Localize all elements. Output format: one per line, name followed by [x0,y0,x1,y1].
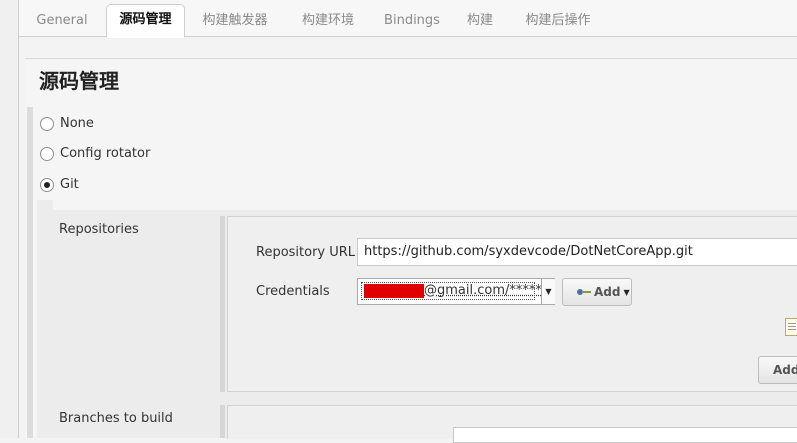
scm-option-label: Git [60,177,79,192]
credentials-label: Credentials [256,284,330,299]
branch-specifier-input[interactable] [453,427,797,443]
add-repository-button[interactable]: Add [758,356,797,384]
radio-config-rotator[interactable] [40,146,54,161]
scm-option-none[interactable]: None [40,116,94,131]
tab-general[interactable]: General [29,6,95,36]
key-icon [577,288,591,296]
section-title: 源码管理 [39,69,119,93]
branches-divider [220,405,225,438]
git-config-panel-top [53,200,797,210]
scm-option-git[interactable]: Git [40,177,79,192]
radio-git[interactable] [40,177,54,192]
credentials-focus-ring [361,282,535,300]
tab-build-environment[interactable]: 构建环境 [292,6,364,36]
notepad-icon[interactable] [785,318,797,336]
repo-url-label: Repository URL [256,245,356,260]
repositories-label: Repositories [59,222,139,237]
tab-post-build[interactable]: 构建后操作 [516,6,600,36]
chevron-down-icon[interactable]: ▼ [541,279,555,304]
radio-none[interactable] [40,116,54,131]
left-gutter [0,0,19,438]
scm-option-config-rotator[interactable]: Config rotator [40,146,150,161]
tab-scm[interactable]: 源码管理 [106,4,185,38]
tab-bindings[interactable]: Bindings [377,6,447,36]
add-credentials-button[interactable]: Add ▼ [562,278,632,306]
branches-label: Branches to build [59,411,173,426]
repo-url-input[interactable]: https://github.com/syxdevcode/DotNetCore… [357,238,797,266]
options-indent-bar [27,107,33,438]
tab-build-triggers[interactable]: 构建触发器 [195,6,275,36]
config-tab-bar: General 源码管理 构建触发器 构建环境 Bindings 构建 构建后操… [19,0,797,38]
scm-option-label: Config rotator [60,146,151,161]
repositories-divider [220,216,225,392]
tab-build[interactable]: 构建 [460,6,500,36]
caret-down-icon: ▼ [623,287,630,297]
add-credentials-label: Add [594,285,621,299]
scm-option-label: None [60,116,94,131]
